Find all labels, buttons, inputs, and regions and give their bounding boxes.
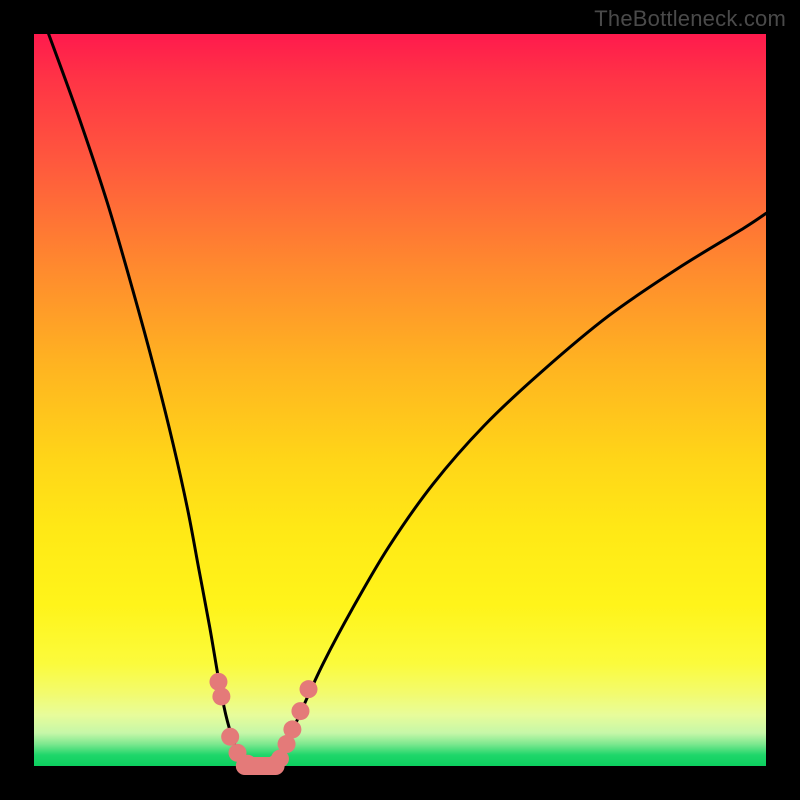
plot-area [34, 34, 766, 766]
data-point [221, 728, 239, 746]
watermark-text: TheBottleneck.com [594, 6, 786, 32]
data-point [300, 680, 318, 698]
data-point [283, 720, 301, 738]
chart-frame: TheBottleneck.com [0, 0, 800, 800]
data-point [212, 687, 230, 705]
series-right-curve [276, 213, 766, 766]
data-point [291, 702, 309, 720]
chart-svg [34, 34, 766, 766]
series-left-curve [49, 34, 245, 766]
